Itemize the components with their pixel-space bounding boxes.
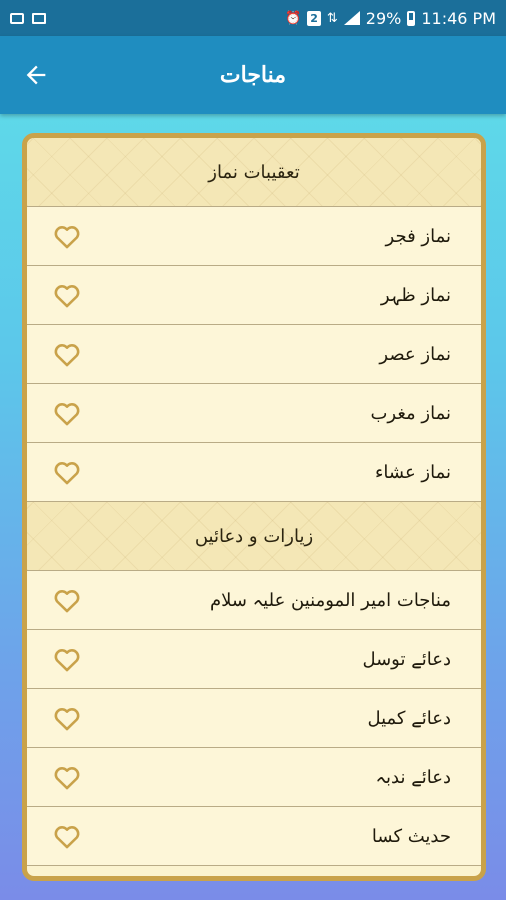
list-item-label: نماز فجر	[385, 225, 451, 247]
list-item-label: حدیث کسا	[371, 825, 451, 847]
heart-icon[interactable]	[53, 587, 81, 613]
battery-percent: 29%	[365, 8, 402, 28]
list-item[interactable]: نماز عصر	[27, 325, 481, 384]
arrow-left-icon[interactable]	[22, 61, 50, 89]
alarm-icon: ⏰	[285, 10, 302, 26]
list-item[interactable]: نماز ظہر	[27, 266, 481, 325]
data-transfer-icon: ⇅	[326, 10, 338, 26]
laptop-icon	[10, 12, 24, 24]
page-title: مناجات	[219, 62, 287, 88]
heart-icon[interactable]	[53, 223, 81, 249]
list-item[interactable]: نماز مغرب	[27, 384, 481, 443]
list-item[interactable]: دعائے کمیل	[27, 689, 481, 748]
list-item[interactable]: دعائے ندبہ	[27, 748, 481, 807]
list-item-label: دعائے کمیل	[367, 707, 451, 729]
app-bar: مناجات	[0, 36, 506, 114]
list-item[interactable]: دعائے توسل	[27, 630, 481, 689]
signal-icon	[343, 11, 360, 25]
section-header-namaz: تعقیبات نماز	[27, 138, 481, 207]
heart-icon[interactable]	[53, 646, 81, 672]
list-item-label: نماز ظہر	[380, 284, 451, 306]
heart-icon[interactable]	[53, 341, 81, 367]
list-item-label: دعائے ندبہ	[375, 766, 451, 788]
heart-icon[interactable]	[53, 764, 81, 790]
content-card: تعقیبات نماز نماز فجر نماز ظہر نماز عصر …	[22, 133, 486, 881]
heart-icon[interactable]	[53, 459, 81, 485]
heart-icon[interactable]	[53, 400, 81, 426]
status-bar: ⏰ 2 ⇅ 29% 11:46 PM	[0, 0, 506, 36]
list-item[interactable]: نماز عشاء	[27, 443, 481, 502]
heart-icon[interactable]	[53, 705, 81, 731]
battery-icon	[407, 10, 416, 26]
list-item-label: دعائے توسل	[362, 648, 451, 670]
status-bar-right: ⏰ 2 ⇅ 29% 11:46 PM	[285, 9, 496, 28]
mail-icon	[32, 12, 46, 24]
status-bar-left	[10, 12, 46, 24]
list-item-label: نماز مغرب	[370, 402, 451, 424]
heart-icon[interactable]	[53, 282, 81, 308]
list-item-label: نماز عصر	[379, 343, 451, 365]
list-item[interactable]: مناجات امیر المومنین علیہ سلام	[27, 571, 481, 630]
list-item-label: نماز عشاء	[374, 461, 451, 483]
list-item[interactable]: نماز فجر	[27, 207, 481, 266]
list-item[interactable]: حدیث کسا	[27, 807, 481, 866]
clock: 11:46 PM	[421, 8, 496, 28]
section-header-ziyarat: زیارات و دعائیں	[27, 502, 481, 571]
list-item-label: مناجات امیر المومنین علیہ سلام	[209, 589, 451, 611]
notification-badge: 2	[307, 10, 321, 26]
heart-icon[interactable]	[53, 823, 81, 849]
